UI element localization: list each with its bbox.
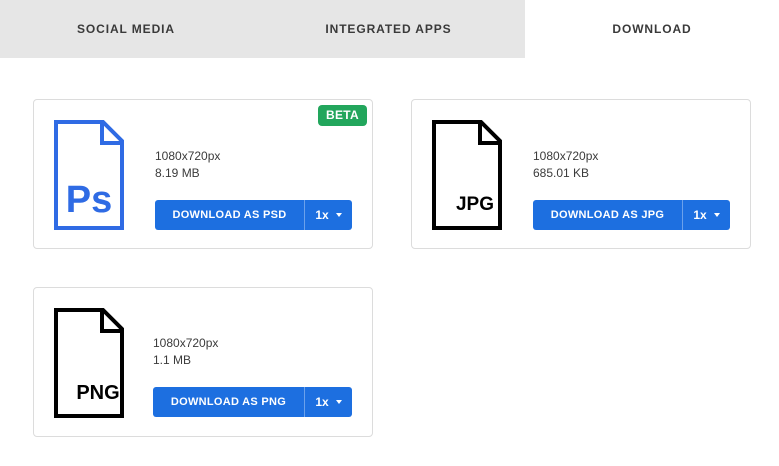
jpg-file-icon: JPG <box>431 119 503 231</box>
tab-social-media[interactable]: SOCIAL MEDIA <box>0 0 252 58</box>
psd-scale-value: 1x <box>315 208 329 222</box>
chevron-down-icon <box>335 213 342 217</box>
download-png-button[interactable]: DOWNLOAD AS PNG <box>153 387 304 417</box>
psd-meta: 1080x720px 8.19 MB <box>155 148 220 182</box>
jpg-icon-text: JPG <box>456 194 494 215</box>
chevron-down-icon <box>335 400 342 404</box>
png-icon-text: PNG <box>76 382 119 404</box>
jpg-meta: 1080x720px 685.01 KB <box>533 148 598 182</box>
psd-scale-dropdown[interactable]: 1x <box>304 200 352 230</box>
jpg-download-group: DOWNLOAD AS JPG 1x <box>533 200 730 230</box>
psd-icon-text: Ps <box>66 179 112 221</box>
png-download-card: PNG 1080x720px 1.1 MB DOWNLOAD AS PNG 1x <box>33 287 373 437</box>
download-jpg-button[interactable]: DOWNLOAD AS JPG <box>533 200 682 230</box>
psd-download-card: Ps BETA 1080x720px 8.19 MB DOWNLOAD AS P… <box>33 99 373 249</box>
png-dimensions: 1080x720px <box>153 336 219 350</box>
png-file-size: 1.1 MB <box>153 353 192 367</box>
jpg-scale-value: 1x <box>693 208 707 222</box>
jpg-scale-dropdown[interactable]: 1x <box>682 200 730 230</box>
jpg-download-card: JPG 1080x720px 685.01 KB DOWNLOAD AS JPG… <box>411 99 751 249</box>
png-download-group: DOWNLOAD AS PNG 1x <box>153 387 352 417</box>
png-scale-dropdown[interactable]: 1x <box>304 387 352 417</box>
png-file-icon: PNG <box>53 307 125 419</box>
psd-download-group: DOWNLOAD AS PSD 1x <box>155 200 352 230</box>
psd-file-icon: Ps <box>53 119 125 231</box>
jpg-dimensions: 1080x720px <box>533 149 599 163</box>
png-scale-value: 1x <box>315 395 329 409</box>
jpg-file-size: 685.01 KB <box>533 166 590 180</box>
tab-bar: SOCIAL MEDIA INTEGRATED APPS DOWNLOAD <box>0 0 779 58</box>
beta-badge: BETA <box>318 105 367 126</box>
png-meta: 1080x720px 1.1 MB <box>153 335 218 369</box>
tab-integrated-apps[interactable]: INTEGRATED APPS <box>252 0 525 58</box>
psd-file-size: 8.19 MB <box>155 166 200 180</box>
download-psd-button[interactable]: DOWNLOAD AS PSD <box>155 200 304 230</box>
tab-download[interactable]: DOWNLOAD <box>525 0 779 58</box>
chevron-down-icon <box>713 213 720 217</box>
psd-dimensions: 1080x720px <box>155 149 221 163</box>
